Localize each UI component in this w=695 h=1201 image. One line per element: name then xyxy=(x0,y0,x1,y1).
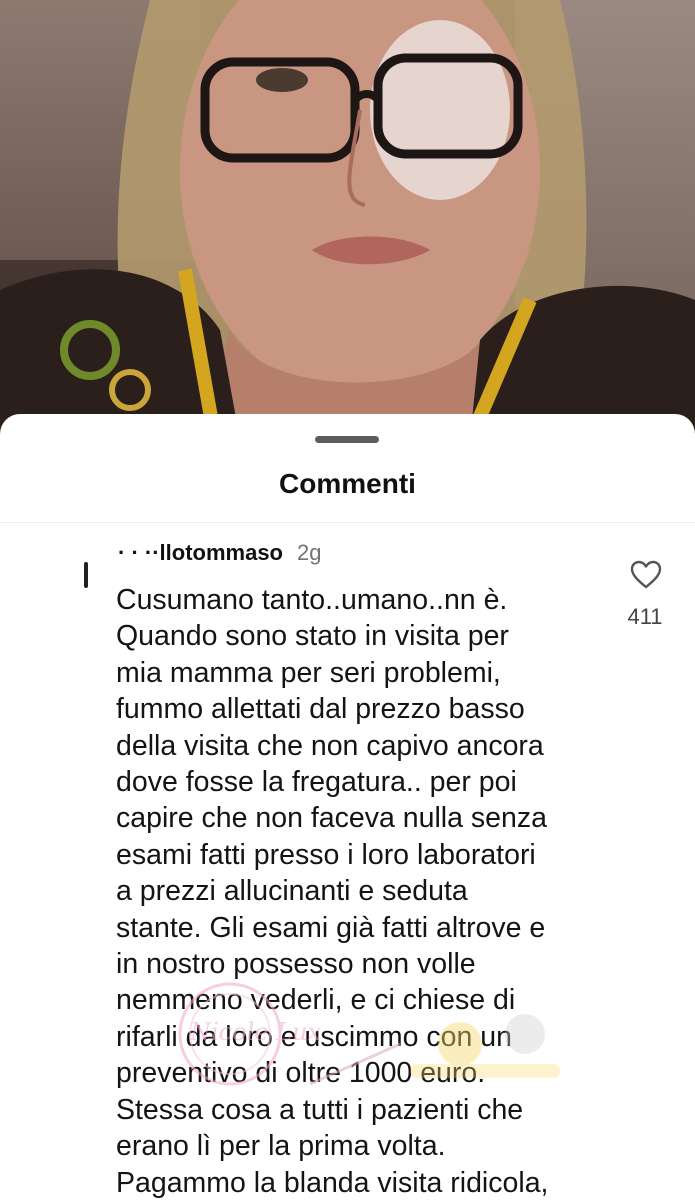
heart-outline-icon[interactable] xyxy=(630,560,662,590)
comment-username[interactable]: · · ··llotommaso xyxy=(118,540,283,566)
sheet-divider xyxy=(0,522,695,523)
comment-timestamp: 2g xyxy=(297,540,322,565)
sheet-drag-handle[interactable] xyxy=(315,436,379,443)
avatar-edge-mark xyxy=(84,562,88,588)
like-count: 411 xyxy=(627,604,663,629)
post-photo xyxy=(0,0,695,440)
comment-body: Cusumano tanto..umano..nn è. Quando sono… xyxy=(116,584,549,1199)
comment-header: · · ··llotommaso 2g xyxy=(118,540,321,568)
portrait-illustration xyxy=(0,0,695,440)
sheet-title: Commenti xyxy=(279,468,416,499)
comments-sheet: Commenti · · ··llotommaso 2g Cusumano ta… xyxy=(0,414,695,1200)
